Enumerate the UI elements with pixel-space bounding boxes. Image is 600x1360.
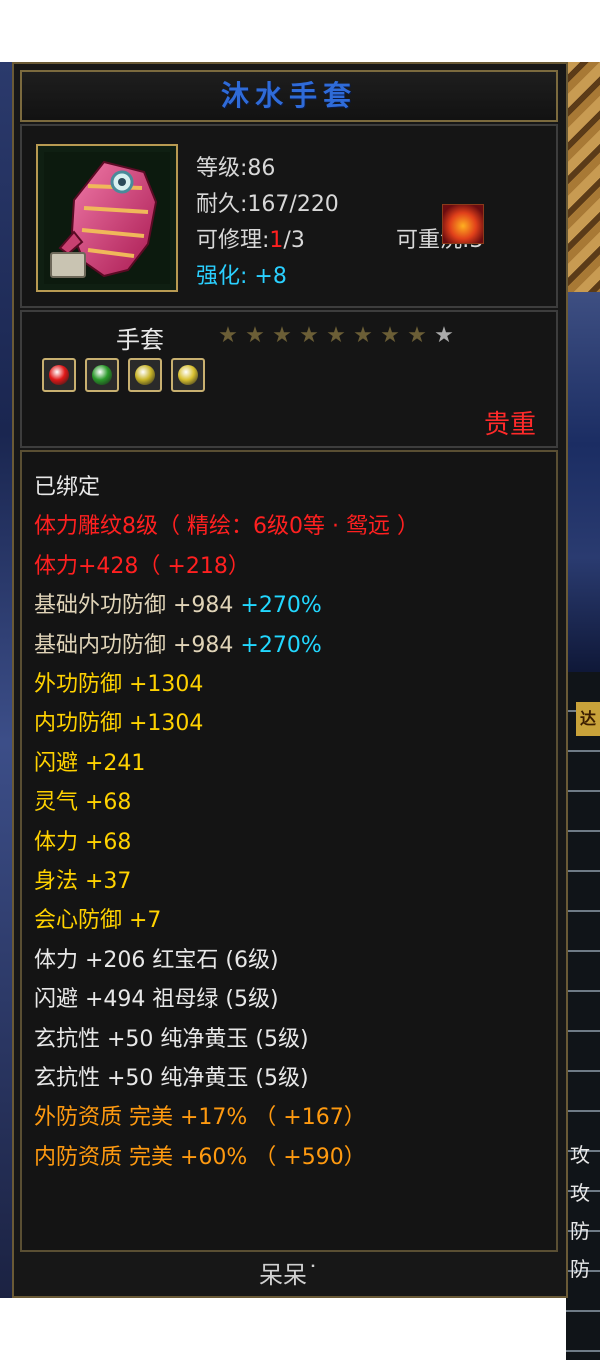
item-icon-frame[interactable] [36, 144, 178, 292]
star-filled-icon: ★ [353, 323, 373, 348]
background-side-char: 攻 [570, 1143, 590, 1167]
star-filled-icon: ★ [272, 323, 292, 348]
gem-sockets [42, 358, 214, 392]
star-filled-icon: ★ [245, 323, 265, 348]
window-decoration [566, 292, 600, 672]
attribute-line: 外防资质 完美 +17% （ +167） [34, 1105, 366, 1131]
game-background-left [0, 62, 12, 1298]
attribute-line: 内功防御 +1304 [34, 711, 204, 737]
attribute-line: 外功防御 +1304 [34, 672, 204, 697]
attribute-list: 已绑定体力雕纹8级（ 精绘：6级0等 · 鸳远 ） 体力+428（ +218） 基础… [20, 450, 558, 1252]
background-label: 达 [576, 702, 600, 736]
background-side-char: 攻 [570, 1181, 590, 1205]
attribute-line: 基础外功防御 +984 +270% [34, 593, 322, 619]
star-filled-icon: ★ [407, 323, 427, 348]
roof-decoration [566, 62, 600, 292]
bound-lock-icon [50, 252, 86, 278]
topaz-gem-icon[interactable] [171, 358, 205, 392]
star-filled-icon: ★ [380, 323, 400, 348]
attribute-line: 闪避 +494 祖母绿 (5级) [34, 987, 279, 1013]
item-type: 手套 [116, 326, 164, 354]
topaz-gem-icon[interactable] [128, 358, 162, 392]
attribute-line: 体力 +206 红宝石 (6级) [34, 947, 279, 973]
star-empty-icon: ★ [434, 323, 454, 348]
attribute-line: 灵气 +68 [34, 790, 132, 816]
attribute-line: 会心防御 +7 [34, 908, 162, 934]
item-info-box: 等级:86 耐久:167/220 可修理:1/3 可重洗:3 强化: +8 [20, 124, 558, 308]
ruby-gem-icon[interactable] [42, 358, 76, 392]
item-title-bar: 沐水手套 [20, 70, 558, 122]
attribute-line: 基础内功防御 +984 +270% [34, 632, 322, 658]
item-name: 沐水手套 [220, 79, 357, 112]
attribute-line: 体力 +68 [34, 829, 132, 855]
flame-badge-icon [442, 204, 484, 244]
background-side-char: 防 [570, 1219, 590, 1243]
star-filled-icon: ★ [299, 323, 319, 348]
attribute-line: 已绑定 [34, 475, 101, 500]
item-tooltip: 沐水手套 等级:86 耐久:167/220 可修理:1/3 可重洗:3 强化: … [12, 62, 568, 1298]
background-side-char: 防 [570, 1257, 590, 1281]
star-filled-icon: ★ [218, 323, 238, 348]
star-rating: ★ ★ ★ ★ ★ ★ ★ ★ ★ [216, 324, 459, 348]
item-enhance: 强化: +8 [196, 264, 287, 289]
attribute-line: 内防资质 完美 +60% （ +590） [34, 1144, 366, 1170]
attribute-line: 体力雕纹8级（ 精绘：6级0等 · 鸳远 ） [34, 514, 419, 540]
star-filled-icon: ★ [326, 323, 346, 348]
attribute-line: 玄抗性 +50 纯净黄玉 (5级) [34, 1066, 309, 1091]
item-rarity: 贵重 [483, 410, 536, 440]
attribute-line: 身法 +37 [34, 869, 132, 894]
footer-owner: 呆呆˙ [259, 1261, 319, 1289]
item-repair: 可修理:1/3 [196, 228, 305, 253]
gauntlet-icon [44, 152, 170, 284]
item-type-box: 手套 ★ ★ ★ ★ ★ ★ ★ ★ ★ 贵重 [20, 310, 558, 448]
item-level: 等级:86 [196, 156, 276, 181]
emerald-gem-icon[interactable] [85, 358, 119, 392]
attribute-line: 体力+428（ +218） [34, 553, 250, 579]
item-durability: 耐久:167/220 [196, 192, 339, 217]
attribute-line: 闪避 +241 [34, 750, 146, 776]
attribute-line: 玄抗性 +50 纯净黄玉 (5级) [34, 1026, 309, 1052]
